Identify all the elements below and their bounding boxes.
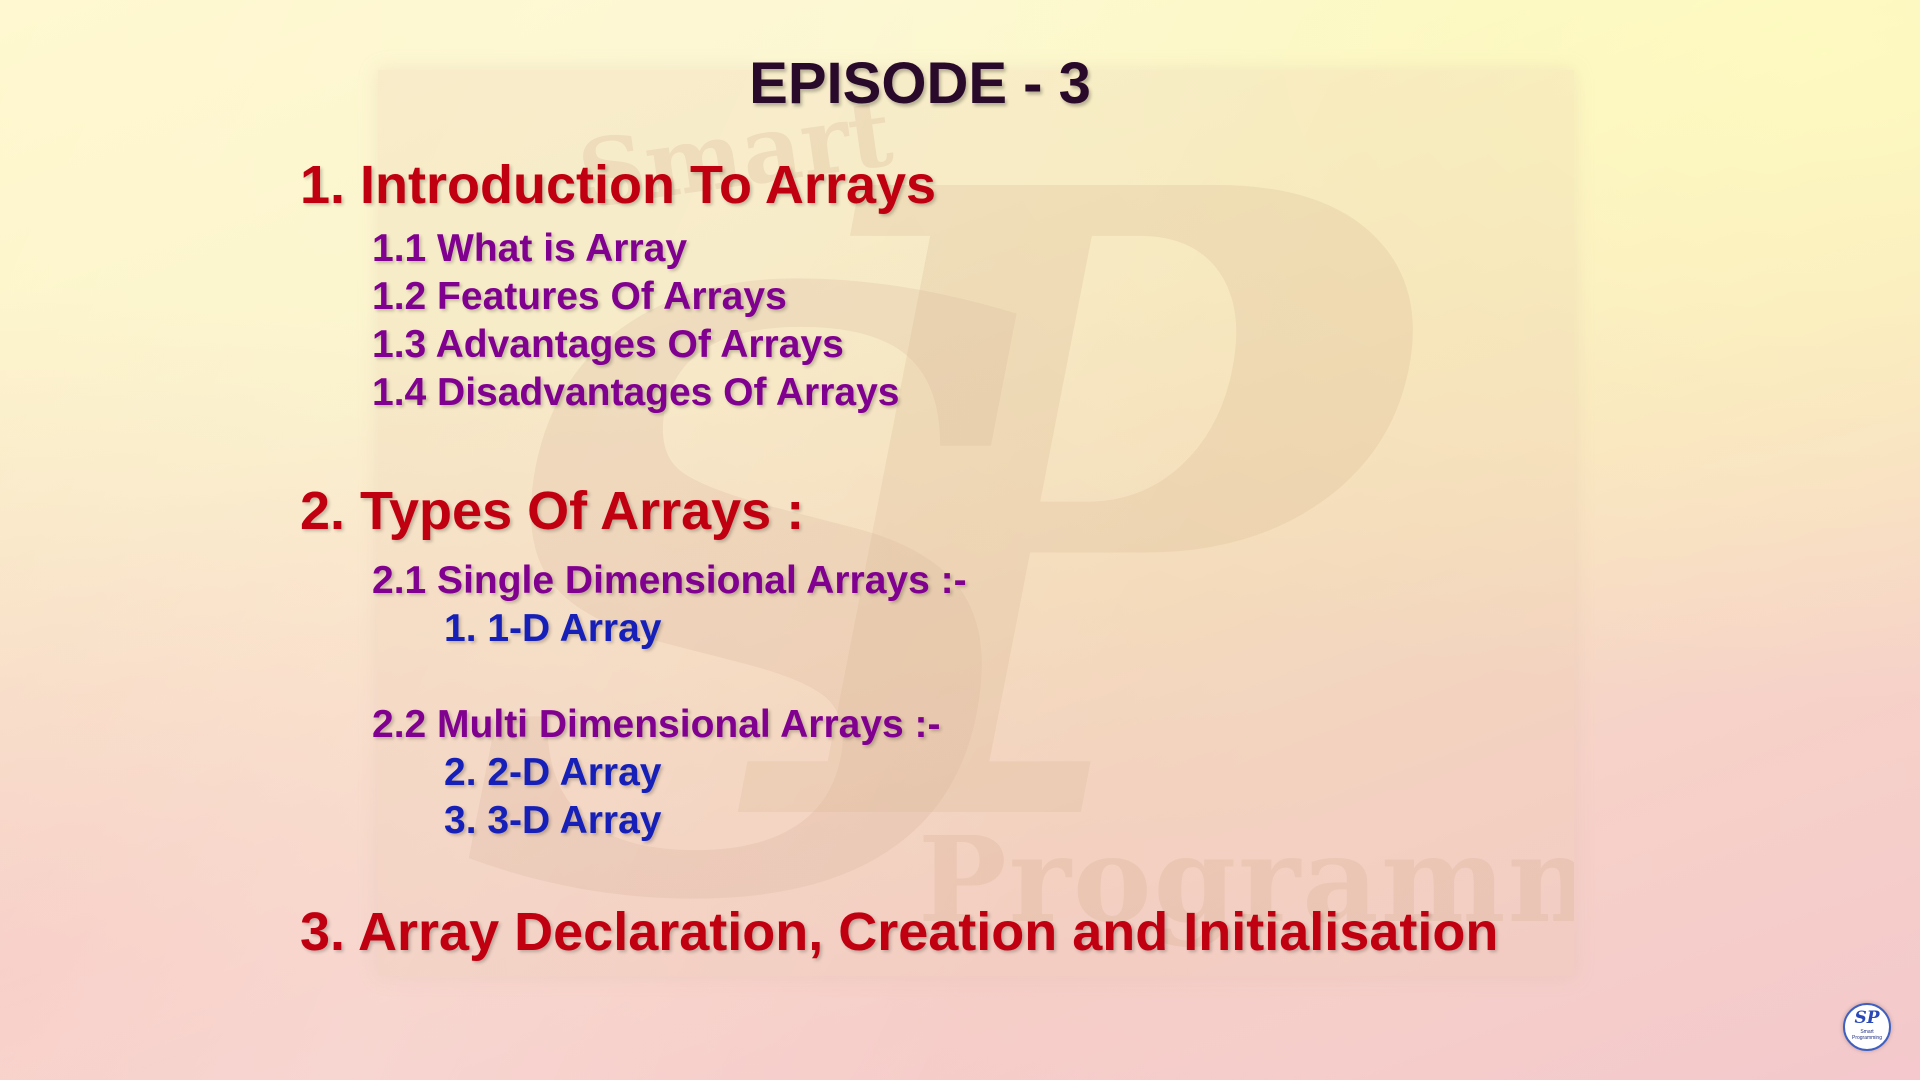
channel-logo-icon: SP Smart Programming — [1843, 1003, 1891, 1051]
item-1d-array: 1. 1-D Array — [444, 607, 662, 650]
section-heading-introduction: 1. Introduction To Arrays — [300, 155, 937, 215]
section-heading-declaration: 3. Array Declaration, Creation and Initi… — [300, 902, 1499, 962]
topic-features-of-arrays: 1.2 Features Of Arrays — [372, 275, 787, 318]
item-2d-array: 2. 2-D Array — [444, 751, 662, 794]
topic-what-is-array: 1.1 What is Array — [372, 227, 688, 270]
subsection-multi-dimensional: 2.2 Multi Dimensional Arrays :- — [372, 703, 941, 746]
item-3d-array: 3. 3-D Array — [444, 799, 662, 842]
episode-title: EPISODE - 3 — [749, 51, 1091, 116]
subsection-single-dimensional: 2.1 Single Dimensional Arrays :- — [372, 559, 967, 602]
topic-disadvantages-of-arrays: 1.4 Disadvantages Of Arrays — [372, 371, 900, 414]
section-heading-types-of-arrays: 2. Types Of Arrays : — [300, 481, 805, 541]
topic-advantages-of-arrays: 1.3 Advantages Of Arrays — [372, 323, 844, 366]
channel-logo-mark: SP — [1854, 1008, 1880, 1028]
channel-logo-text: Smart Programming — [1851, 1029, 1882, 1041]
